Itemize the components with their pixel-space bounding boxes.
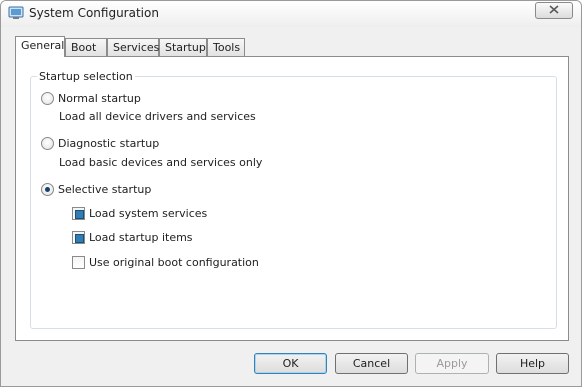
tab-tools[interactable]: Tools bbox=[207, 38, 245, 56]
normal-startup-option[interactable]: Normal startup bbox=[41, 92, 141, 105]
diagnostic-startup-option[interactable]: Diagnostic startup bbox=[41, 137, 159, 150]
load-system-services-checkbox[interactable] bbox=[72, 207, 85, 220]
normal-startup-radio[interactable] bbox=[41, 92, 54, 105]
load-system-services-option[interactable]: Load system services bbox=[72, 207, 207, 220]
tab-general[interactable]: General bbox=[15, 36, 65, 57]
close-button[interactable] bbox=[535, 2, 573, 19]
tab-startup[interactable]: Startup bbox=[159, 38, 207, 56]
general-tab-panel: Startup selection Normal startup Load al… bbox=[15, 56, 569, 341]
selective-startup-label: Selective startup bbox=[58, 183, 152, 196]
tab-boot[interactable]: Boot bbox=[65, 38, 107, 56]
use-original-boot-config-option[interactable]: Use original boot configuration bbox=[72, 256, 259, 269]
load-system-services-label: Load system services bbox=[89, 207, 208, 220]
use-original-boot-config-label: Use original boot configuration bbox=[89, 256, 259, 269]
selective-startup-option[interactable]: Selective startup bbox=[41, 183, 151, 196]
help-button[interactable]: Help bbox=[496, 353, 569, 374]
diagnostic-startup-label: Diagnostic startup bbox=[58, 137, 160, 150]
load-startup-items-checkbox[interactable] bbox=[72, 231, 85, 244]
cancel-button[interactable]: Cancel bbox=[335, 353, 408, 374]
ok-button[interactable]: OK bbox=[254, 353, 327, 374]
close-icon bbox=[549, 4, 559, 17]
normal-startup-description: Load all device drivers and services bbox=[59, 110, 256, 123]
selective-startup-radio[interactable] bbox=[41, 183, 54, 196]
use-original-boot-config-checkbox[interactable] bbox=[72, 256, 85, 269]
load-startup-items-label: Load startup items bbox=[89, 231, 193, 244]
msconfig-app-icon bbox=[8, 6, 24, 20]
diagnostic-startup-description: Load basic devices and services only bbox=[59, 156, 263, 169]
title-bar: System Configuration bbox=[1, 1, 581, 27]
system-configuration-window: System Configuration General Boot Servic… bbox=[0, 0, 582, 387]
diagnostic-startup-radio[interactable] bbox=[41, 137, 54, 150]
normal-startup-label: Normal startup bbox=[58, 92, 141, 105]
apply-button[interactable]: Apply bbox=[415, 353, 489, 374]
tab-strip: General Boot Services Startup Tools bbox=[15, 36, 555, 57]
tab-services[interactable]: Services bbox=[107, 38, 159, 56]
window-title: System Configuration bbox=[29, 6, 159, 20]
startup-selection-label: Startup selection bbox=[37, 70, 135, 83]
load-startup-items-option[interactable]: Load startup items bbox=[72, 231, 193, 244]
